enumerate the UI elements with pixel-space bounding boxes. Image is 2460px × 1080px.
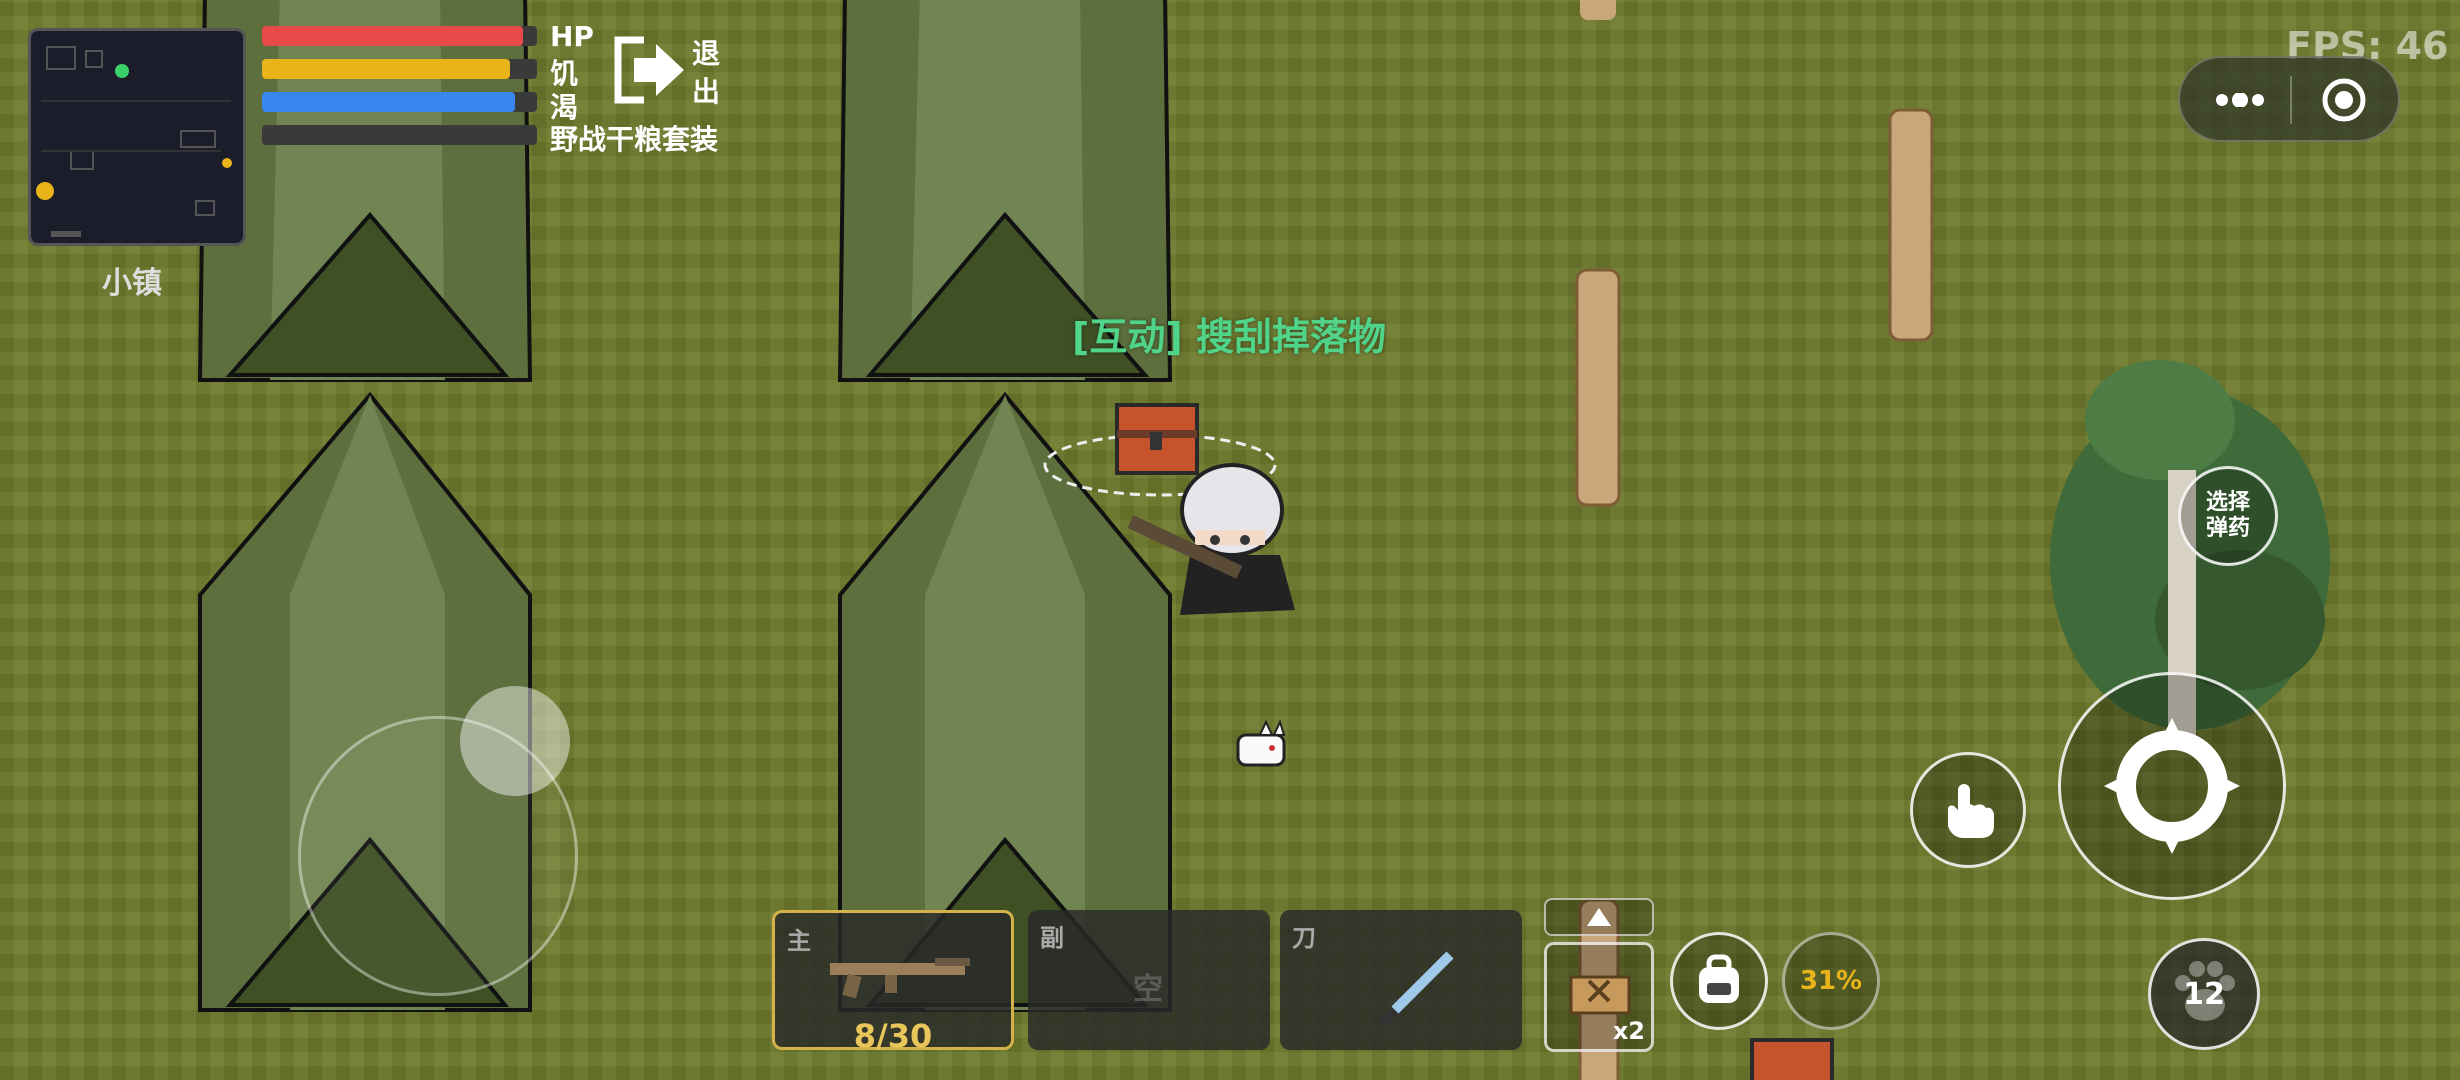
select-ammo-button[interactable]: 选择 弹药 <box>2178 466 2278 566</box>
slot-tag: 主 <box>787 927 811 955</box>
select-ammo-label-2: 弹药 <box>2205 516 2250 541</box>
thirst-bar <box>262 92 537 112</box>
minimap[interactable] <box>28 28 246 246</box>
quick-item-slot[interactable]: x2 <box>1544 942 1654 1052</box>
primary-weapon-slot[interactable]: 主 8/30 <box>772 910 1014 1055</box>
rifle-icon <box>830 958 970 999</box>
exit-label-1: 退 <box>692 37 721 70</box>
interaction-prompt[interactable]: [互动] 搜刮掉落物 <box>1072 306 1386 361</box>
thirst-bar-fill <box>262 92 515 112</box>
minimap-map <box>36 46 232 237</box>
slot-tag: 刀 <box>1292 924 1316 952</box>
backpack-icon <box>1699 954 1739 1003</box>
wooden-post <box>1888 108 1934 342</box>
pet-count: 12 <box>2183 976 2225 1012</box>
knife-icon <box>1376 951 1454 1029</box>
select-ammo-label-1: 选择 <box>2205 490 2250 515</box>
exit-label-2: 出 <box>692 75 721 108</box>
hand-pointer-icon <box>1948 784 1994 838</box>
chevron-up-icon <box>1587 908 1611 926</box>
quick-item-count: x2 <box>1612 1017 1645 1045</box>
exit-button[interactable]: 退 出 <box>608 32 723 112</box>
close-target-icon[interactable] <box>2320 76 2368 124</box>
capsule-divider <box>2290 76 2292 124</box>
ration-box-icon <box>1569 975 1631 1015</box>
pet-button[interactable]: 12 <box>2148 938 2260 1050</box>
fire-button[interactable] <box>2058 672 2286 900</box>
item-bar <box>262 125 537 145</box>
pet-cat <box>1236 719 1286 767</box>
hp-bar <box>262 26 537 46</box>
hunger-bar-fill <box>262 59 510 79</box>
slot-tag: 副 <box>1040 924 1064 952</box>
wooden-post <box>1580 0 1616 20</box>
ammo-count: 8/30 <box>853 1017 933 1055</box>
capsule-menu <box>2178 56 2400 142</box>
hunger-bar <box>262 59 537 79</box>
tent <box>197 0 533 382</box>
percent-label: 31% <box>1799 966 1863 996</box>
hp-bar-fill <box>262 26 524 46</box>
location-label: 小镇 <box>102 266 162 301</box>
game-world: 小镇 HP 饥 渴 野战干粮套装 退 出 FPS: 46 [互动] 搜刮掉落物 <box>0 0 2460 1080</box>
secondary-weapon-slot[interactable]: 副 空 <box>1028 910 1270 1050</box>
loot-crate[interactable] <box>1115 403 1199 475</box>
backpack-button[interactable] <box>1670 932 1768 1030</box>
progress-percent-indicator: 31% <box>1782 932 1880 1030</box>
crosshair-icon <box>2104 718 2240 854</box>
more-icon[interactable] <box>2210 78 2270 122</box>
quick-slot-expand-button[interactable] <box>1544 898 1654 936</box>
equipped-item-label: 野战干粮套装 <box>550 123 719 156</box>
loot-crate[interactable] <box>1750 1038 1834 1080</box>
wooden-post <box>1575 268 1621 507</box>
hp-label: HP <box>550 20 594 53</box>
exit-icon <box>614 36 684 104</box>
melee-weapon-slot[interactable]: 刀 <box>1280 910 1522 1050</box>
interact-button[interactable] <box>1910 752 2026 868</box>
joystick-knob[interactable] <box>460 686 570 796</box>
empty-slot-label: 空 <box>1133 972 1163 1007</box>
